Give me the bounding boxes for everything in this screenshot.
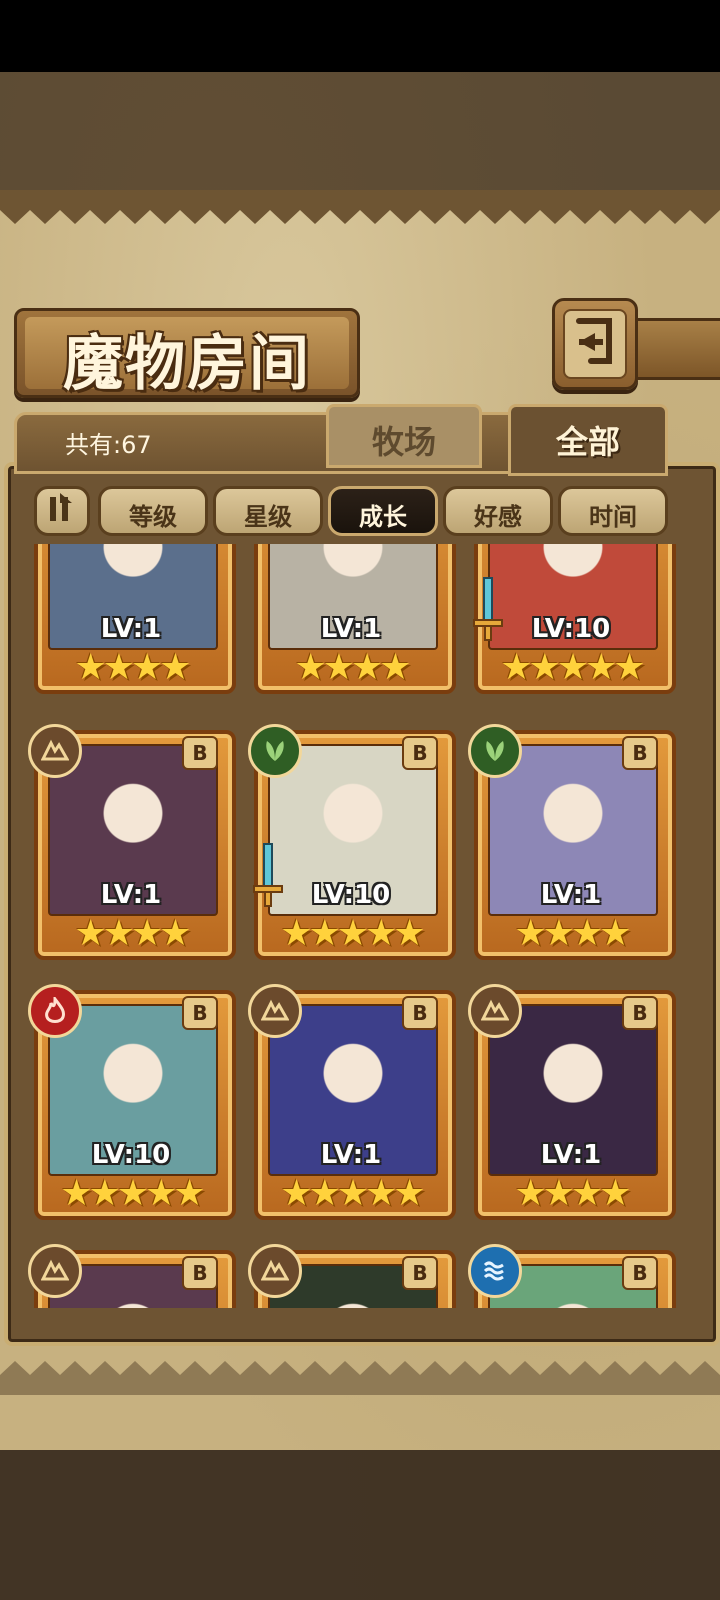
rank-badge: B	[182, 1256, 218, 1290]
back-button[interactable]	[552, 298, 638, 390]
tab-all-label: 全部	[555, 423, 620, 461]
grass-icon	[468, 724, 522, 778]
sword-icon	[252, 840, 284, 910]
monster-card[interactable]: LV:1 ★★★★ B	[468, 724, 676, 970]
rank-badge: B	[622, 736, 658, 770]
grass-icon	[248, 724, 302, 778]
back-button-bar	[630, 318, 720, 380]
sort-affection-button[interactable]: 好感	[443, 486, 553, 536]
monster-card[interactable]: LV:10 ★★★★★ B	[28, 984, 236, 1230]
water-icon	[468, 1244, 522, 1298]
tab-all[interactable]: 全部	[508, 404, 668, 476]
monster-level: LV:1	[320, 1140, 382, 1170]
zigzag-bottom-border	[0, 1361, 720, 1395]
monster-level: LV:1	[100, 614, 162, 644]
monster-card[interactable]: B	[28, 1244, 236, 1308]
monster-stars: ★★★★★	[280, 1173, 425, 1214]
earth-icon	[28, 724, 82, 778]
sort-growth-button[interactable]: 成长	[328, 486, 438, 536]
earth-icon	[28, 1244, 82, 1298]
monster-level: LV:10	[531, 614, 611, 644]
monster-stars: ★★★★★	[60, 1173, 205, 1214]
monster-level: LV:10	[311, 880, 391, 910]
monster-card[interactable]: LV:10 ★★★★★	[472, 544, 676, 704]
monster-card[interactable]: B	[468, 1244, 676, 1308]
monster-stars: ★★★★★	[500, 647, 645, 688]
sort-level-button[interactable]: 等级	[98, 486, 208, 536]
rank-badge: B	[622, 1256, 658, 1290]
title-plate: 魔物房间	[14, 308, 360, 399]
page-title: 魔物房间	[63, 329, 311, 399]
sort-order-toggle[interactable]	[34, 486, 90, 536]
monster-stars: ★★★★	[74, 647, 191, 688]
monster-card[interactable]: B	[248, 1244, 456, 1308]
sort-growth-label: 成长	[359, 503, 407, 531]
monster-level: LV:10	[91, 1140, 171, 1170]
sort-level-label: 等级	[129, 503, 177, 531]
rank-badge: B	[622, 996, 658, 1030]
fire-icon	[28, 984, 82, 1038]
monster-card[interactable]: LV:1 ★★★★ B	[468, 984, 676, 1230]
monster-card[interactable]: LV:1 ★★★★ B	[28, 724, 236, 970]
monster-level: LV:1	[540, 880, 602, 910]
tab-ranch-label: 牧场	[371, 423, 436, 461]
monster-card[interactable]: LV:1 ★★★★★ B	[248, 984, 456, 1230]
sort-star-button[interactable]: 星级	[213, 486, 323, 536]
sort-order-icon	[50, 493, 72, 521]
sword-icon	[472, 574, 504, 644]
monster-level: LV:1	[100, 880, 162, 910]
zigzag-top-border	[0, 190, 720, 224]
back-arrow-icon	[576, 318, 612, 364]
monster-stars: ★★★★	[514, 913, 631, 954]
monster-stars: ★★★★★	[280, 913, 425, 954]
monster-stars: ★★★★	[514, 1173, 631, 1214]
rank-badge: B	[182, 736, 218, 770]
map-background-bottom	[0, 1450, 720, 1600]
sort-time-label: 时间	[589, 503, 637, 531]
monster-card[interactable]: LV:10 ★★★★★ B	[248, 724, 456, 970]
rank-badge: B	[402, 996, 438, 1030]
sort-affection-label: 好感	[474, 503, 522, 531]
monster-count: 共有:67	[65, 431, 152, 459]
status-bar	[0, 0, 720, 72]
rank-badge: B	[182, 996, 218, 1030]
sort-bar: 等级 星级 成长 好感 时间	[20, 476, 700, 540]
monster-card[interactable]: LV:1 ★★★★	[254, 544, 456, 704]
rank-badge: B	[402, 736, 438, 770]
earth-icon	[248, 984, 302, 1038]
monster-card[interactable]: LV:1 ★★★★	[34, 544, 236, 704]
rank-badge: B	[402, 1256, 438, 1290]
earth-icon	[468, 984, 522, 1038]
earth-icon	[248, 1244, 302, 1298]
tab-ranch[interactable]: 牧场	[326, 404, 482, 468]
monster-grid: LV:1 ★★★★ LV:1 ★★★★ LV:10 ★★★★★ LV:1 ★★★★ B LV:10…	[20, 544, 700, 1308]
monster-stars: ★★★★	[294, 647, 411, 688]
sort-time-button[interactable]: 时间	[558, 486, 668, 536]
sort-star-label: 星级	[244, 503, 292, 531]
monster-stars: ★★★★	[74, 913, 191, 954]
monster-level: LV:1	[320, 614, 382, 644]
monster-level: LV:1	[540, 1140, 602, 1170]
